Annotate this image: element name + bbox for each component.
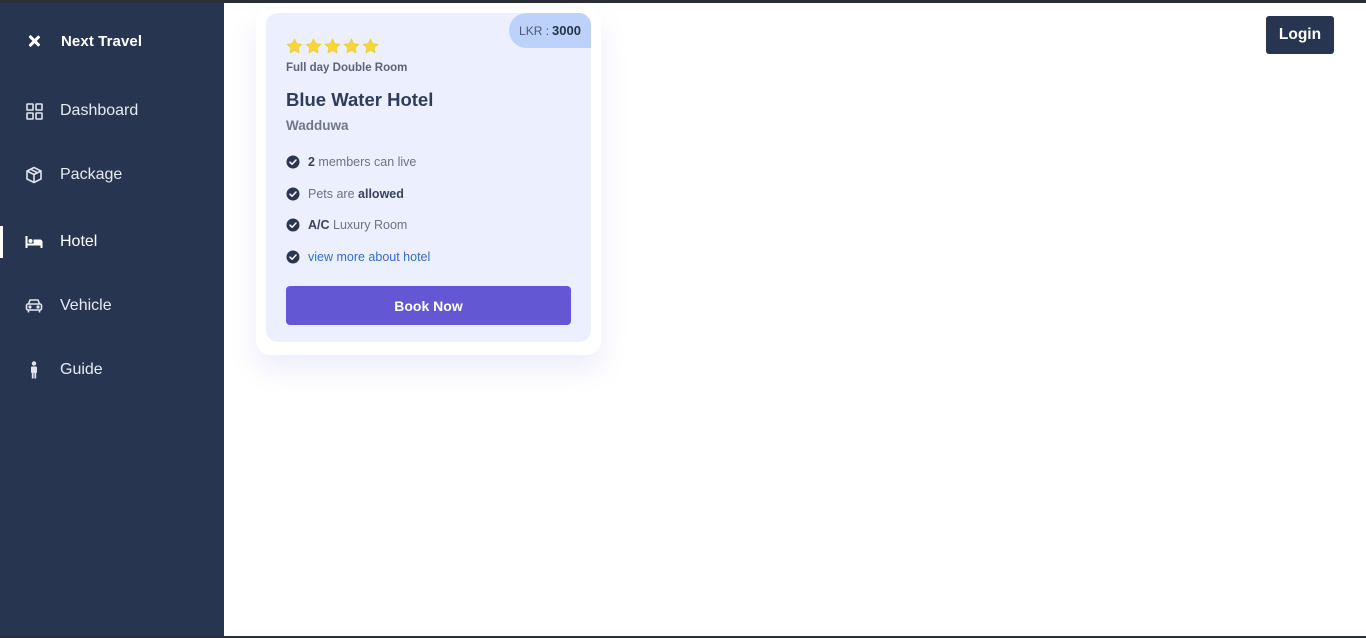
star-rating — [286, 38, 379, 55]
bed-icon — [25, 233, 43, 251]
brand-title: Next Travel — [61, 32, 143, 50]
price-badge: LKR : 3000 — [509, 13, 591, 48]
package-box-icon — [25, 166, 43, 184]
close-icon[interactable] — [26, 33, 42, 49]
view-more-link[interactable]: view more about hotel — [308, 250, 430, 264]
sidebar-item-label: Dashboard — [60, 102, 139, 119]
dashboard-grid-icon — [25, 102, 43, 120]
star-icon — [324, 38, 341, 54]
feature-bold: A/C — [308, 218, 330, 232]
check-circle-icon — [286, 187, 300, 201]
book-now-button[interactable]: Book Now — [286, 286, 571, 325]
price-prefix: LKR : — [519, 23, 550, 38]
sidebar-item-package[interactable]: Package — [0, 158, 224, 192]
brand: Next Travel — [26, 29, 142, 53]
sidebar-item-label: Guide — [60, 361, 103, 378]
sidebar-item-label: Vehicle — [60, 297, 112, 314]
star-icon — [343, 38, 360, 54]
sidebar: Next Travel Dashboard Package Hotel Vehi… — [0, 3, 224, 636]
person-icon — [25, 361, 43, 379]
feature-bold: allowed — [358, 187, 404, 201]
app-frame: Next Travel Dashboard Package Hotel Vehi… — [0, 3, 1366, 636]
check-circle-icon — [286, 218, 300, 232]
check-circle-icon — [286, 155, 300, 169]
feature-bold: 2 — [308, 155, 315, 169]
car-icon — [25, 297, 43, 315]
hotel-name: Blue Water Hotel — [286, 89, 434, 110]
star-icon — [362, 38, 379, 54]
price-value: 3000 — [552, 23, 581, 38]
sidebar-item-guide[interactable]: Guide — [0, 353, 224, 387]
sidebar-item-label: Hotel — [60, 233, 98, 250]
hotel-card: LKR : 3000 Full day Double Room Blue Wat… — [266, 13, 591, 342]
check-circle-icon — [286, 250, 300, 264]
feature-item: A/C Luxury Room — [286, 218, 407, 232]
star-icon — [305, 38, 322, 54]
feature-text: Luxury Room — [329, 218, 408, 232]
sidebar-item-dashboard[interactable]: Dashboard — [0, 94, 224, 128]
sidebar-item-label: Package — [60, 166, 123, 183]
feature-text: members can live — [314, 155, 417, 169]
feature-text: Pets are — [308, 187, 359, 201]
sidebar-item-vehicle[interactable]: Vehicle — [0, 289, 224, 323]
feature-item: Pets are allowed — [286, 187, 404, 201]
room-type: Full day Double Room — [286, 62, 408, 74]
feature-item: 2 members can live — [286, 155, 416, 169]
star-icon — [286, 38, 303, 54]
hotel-location: Wadduwa — [286, 118, 349, 133]
sidebar-item-hotel[interactable]: Hotel — [0, 225, 224, 259]
feature-item: view more about hotel — [286, 250, 430, 264]
login-button[interactable]: Login — [1266, 16, 1334, 54]
